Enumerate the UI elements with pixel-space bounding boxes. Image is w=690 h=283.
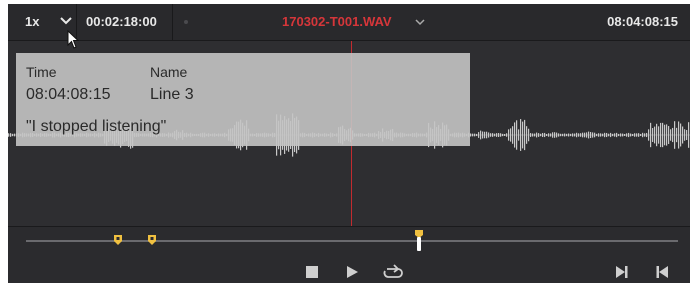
- scrubber-divider: [8, 226, 690, 227]
- record-timecode: 08:04:08:15: [607, 14, 678, 29]
- source-timecode: 00:02:18:00: [86, 14, 157, 29]
- previous-frame-icon[interactable]: [654, 264, 670, 280]
- audio-viewer-panel: 1x 00:02:18:00 170302-T001.WAV 08:04:08:…: [8, 4, 690, 283]
- scrubber-playhead-handle[interactable]: [415, 230, 423, 252]
- viewer-toolbar: 1x 00:02:18:00 170302-T001.WAV 08:04:08:…: [8, 4, 690, 41]
- clip-name[interactable]: 170302-T001.WAV: [282, 14, 392, 29]
- mouse-cursor-icon: [67, 29, 81, 50]
- marker-note: "I stopped listening": [26, 118, 167, 135]
- marker-flag-icon[interactable]: [148, 232, 156, 245]
- toolbar-divider: [172, 4, 173, 40]
- stop-icon[interactable]: [304, 264, 320, 280]
- status-dot-icon: [184, 20, 188, 24]
- marker-info-overlay: Time Name 08:04:08:15 Line 3 "I stopped …: [16, 53, 470, 146]
- name-label: Name: [150, 64, 188, 80]
- next-frame-icon[interactable]: [614, 264, 630, 280]
- marker-name-value: Line 3: [150, 86, 194, 103]
- chevron-down-icon[interactable]: [58, 12, 74, 30]
- chevron-down-icon[interactable]: [414, 15, 426, 27]
- play-icon[interactable]: [344, 264, 360, 280]
- marker-time-value: 08:04:08:15: [26, 86, 111, 103]
- playback-speed-label: 1x: [25, 14, 40, 29]
- time-label: Time: [26, 64, 57, 80]
- scrubber-track[interactable]: [26, 240, 678, 242]
- loop-icon[interactable]: [382, 264, 404, 280]
- marker-flag-icon[interactable]: [114, 232, 122, 245]
